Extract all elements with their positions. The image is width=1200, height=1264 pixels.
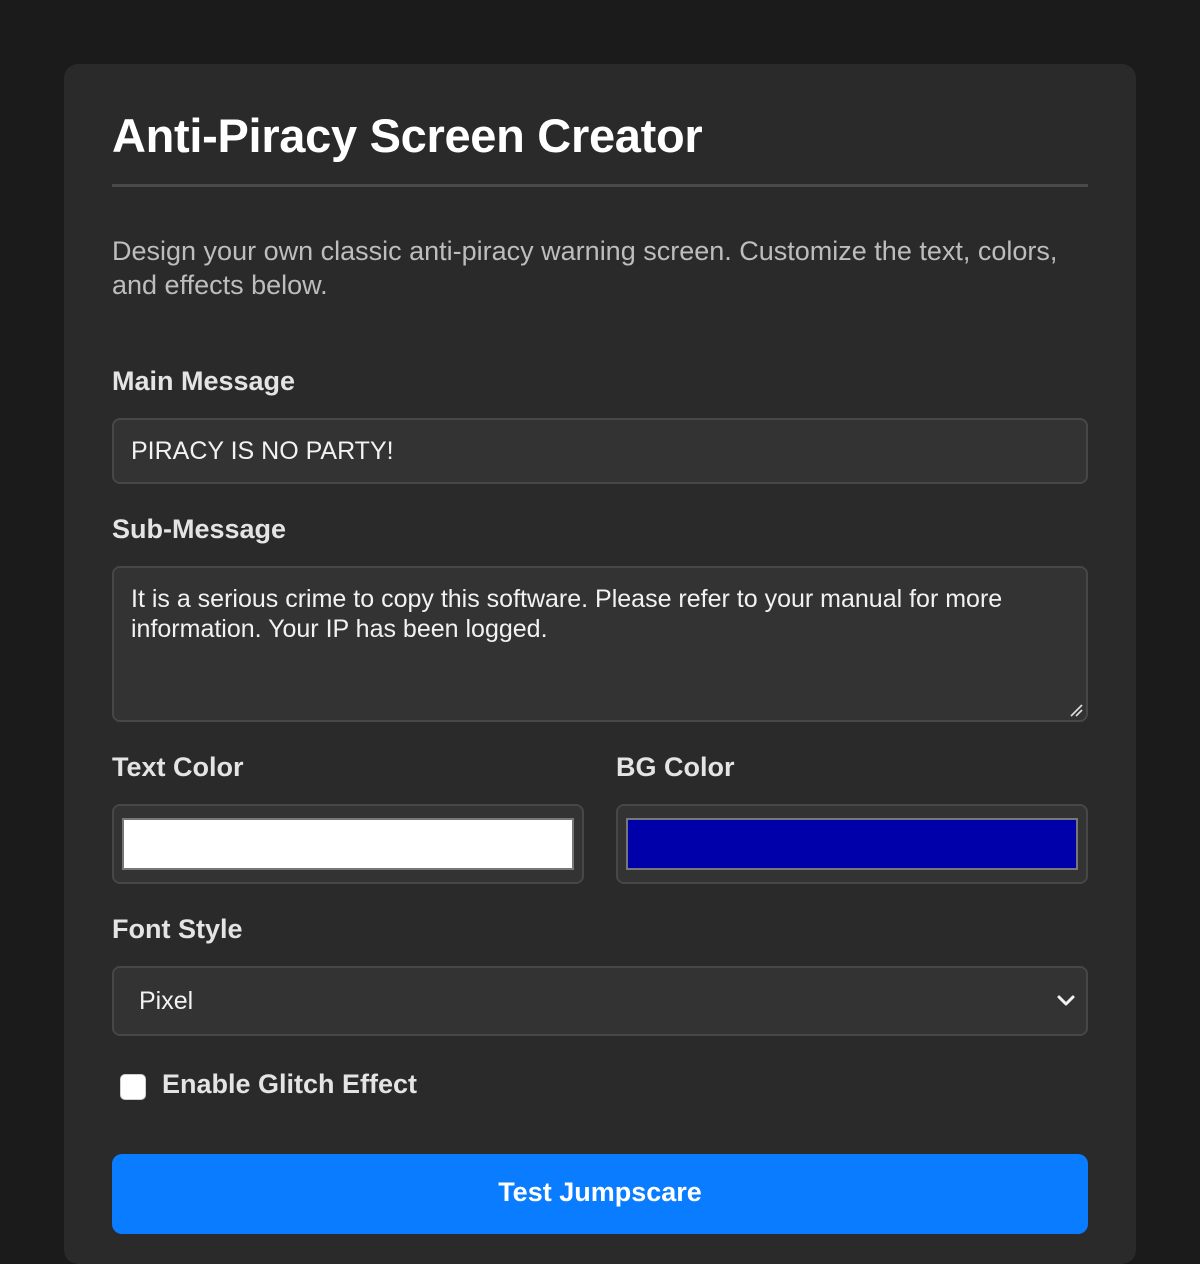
bg-color-picker[interactable] (616, 804, 1088, 884)
sub-message-label: Sub-Message (112, 514, 287, 544)
main-message-input[interactable]: PIRACY IS NO PARTY! (112, 418, 1088, 484)
chevron-down-icon (1057, 995, 1075, 1006)
font-style-select[interactable]: Pixel (112, 966, 1088, 1036)
text-color-picker[interactable] (112, 804, 584, 884)
font-style-label: Font Style (112, 914, 243, 944)
main-message-label: Main Message (112, 366, 296, 396)
test-jumpscare-button[interactable]: Test Jumpscare (112, 1154, 1088, 1234)
font-style-value: Pixel (139, 987, 194, 1015)
resize-handle-icon[interactable] (1069, 703, 1083, 717)
text-color-label: Text Color (112, 752, 244, 782)
glitch-effect-label[interactable]: Enable Glitch Effect (162, 1069, 417, 1100)
bg-color-swatch[interactable] (626, 818, 1078, 870)
bg-color-label: BG Color (616, 752, 735, 782)
creator-card: Anti-Piracy Screen Creator Design your o… (64, 64, 1136, 1264)
page-description: Design your own classic anti-piracy warn… (112, 236, 1058, 300)
glitch-effect-checkbox[interactable] (120, 1074, 146, 1100)
sub-message-text: It is a serious crime to copy this softw… (131, 585, 1003, 643)
page-title: Anti-Piracy Screen Creator (112, 109, 703, 162)
title-divider (112, 184, 1088, 187)
text-color-swatch[interactable] (122, 818, 574, 870)
sub-message-textarea[interactable]: It is a serious crime to copy this softw… (112, 566, 1088, 722)
